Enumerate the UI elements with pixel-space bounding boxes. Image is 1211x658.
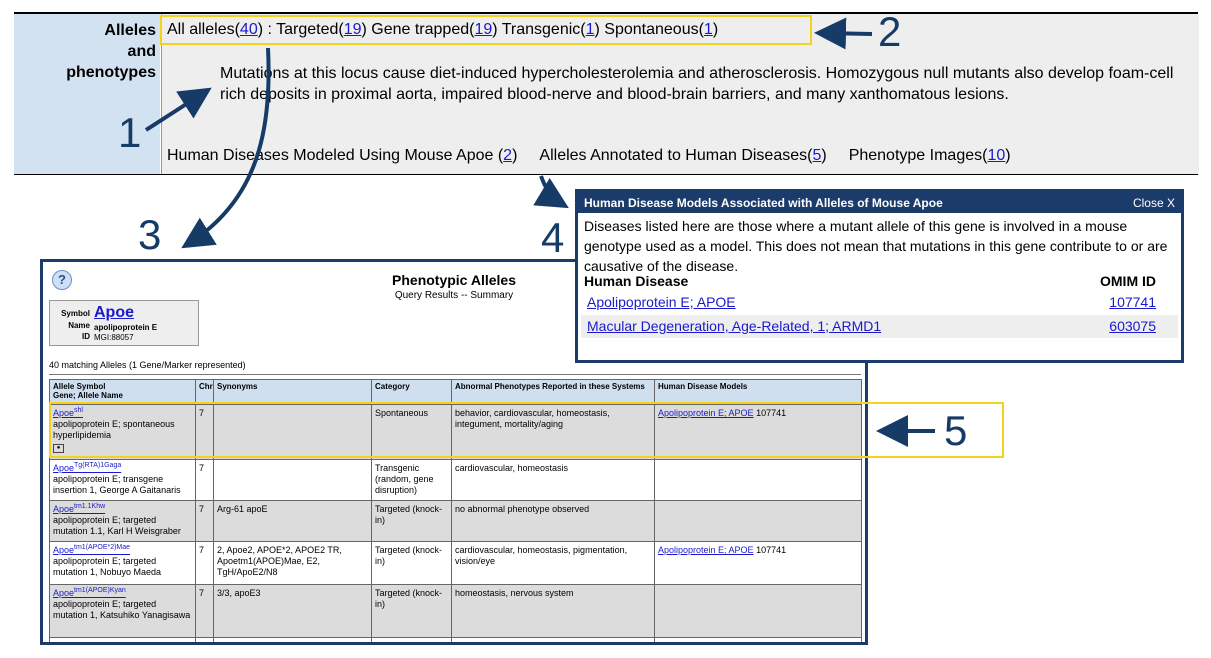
allele-symbol-link[interactable]: Apoetm1(APOE)Kyan <box>53 587 126 598</box>
close-paren: ) <box>821 147 827 164</box>
category-cell: Targeted (knock-in) <box>371 500 452 542</box>
phenotypes-cell: cardiovascular, homeostasis, pigmentatio… <box>451 541 655 585</box>
phenotypes-cell: homeostasis, nervous system <box>451 584 655 638</box>
disease-cell <box>654 459 862 501</box>
allele-cell: ApoeTg(RTA)1Gaga apolipoprotein E; transg… <box>49 459 196 501</box>
strip-bottom-border <box>14 174 1198 175</box>
empty-cell <box>195 637 214 642</box>
category-cell: Transgenic (random, gene disruption) <box>371 459 452 501</box>
phenotype-images-count-link[interactable]: 10 <box>987 147 1005 164</box>
synonyms-cell: 3/3, apoE3 <box>213 584 372 638</box>
allele-name: apolipoprotein E; targeted mutation 1, K… <box>53 599 191 620</box>
allele-name: apolipoprotein E; targeted mutation 1.1,… <box>53 515 181 536</box>
empty-cell <box>654 637 862 642</box>
disease-row: Apolipoprotein E; APOE 107741 <box>581 291 1178 314</box>
disease-cell <box>654 500 862 542</box>
empty-cell <box>49 637 196 642</box>
col-chr[interactable]: Chr <box>195 379 214 405</box>
disease-link[interactable]: Apolipoprotein E; APOE <box>658 545 754 555</box>
popup-note: Diseases listed here are those where a m… <box>584 218 1168 274</box>
human-disease-models-popup: Human Disease Models Associated with All… <box>575 189 1184 363</box>
synonyms-cell: 2, Apoe2, APOE*2, APOE2 TR, Apoetm1(APOE… <box>213 541 372 585</box>
synonyms-cell <box>213 459 372 501</box>
disease-link[interactable]: Apolipoprotein E; APOE <box>587 294 736 310</box>
label-line: Alleles <box>104 22 156 39</box>
chr-cell: 7 <box>195 459 214 501</box>
category-cell: Targeted (knock-in) <box>371 541 452 585</box>
gene-name: apolipoprotein E <box>94 323 158 332</box>
close-paren: ) <box>1005 147 1011 164</box>
disease-links-line: Human Diseases Modeled Using Mouse Apoe … <box>167 147 1011 165</box>
phenotypes-cell: cardiovascular, homeostasis <box>451 459 655 501</box>
col-abnormal-phenotypes[interactable]: Abnormal Phenotypes Reported in these Sy… <box>451 379 655 405</box>
synonyms-cell: Arg-61 apoE <box>213 500 372 542</box>
alleles-annotated-label: Alleles Annotated to Human Diseases( <box>539 147 813 164</box>
human-diseases-label: Human Diseases Modeled Using Mouse Apoe … <box>167 147 504 164</box>
allele-cell: Apoetm1(APOE)Kyan apolipoprotein E; targe… <box>49 584 196 638</box>
popup-title: Human Disease Models Associated with All… <box>584 196 943 210</box>
callout-4: 4 <box>541 214 565 261</box>
col-human-disease: Human Disease <box>584 273 689 289</box>
allele-name: apolipoprotein E; transgene insertion 1,… <box>53 474 181 495</box>
table-header-row: Allele Symbol Gene; Allele Name Chr Syno… <box>49 379 862 405</box>
close-button[interactable]: Close X <box>1133 196 1175 210</box>
chr-cell: 7 <box>195 541 214 585</box>
disease-cell <box>654 584 862 638</box>
close-paren: ) <box>512 147 518 164</box>
callout-1: 1 <box>118 109 142 156</box>
symbol-summary-box: Symbol Name ID Apoe apolipoprotein E MGI… <box>49 300 199 346</box>
disease-cell: Apolipoprotein E; APOE 107741 <box>654 541 862 585</box>
counts-highlight-box <box>160 15 812 45</box>
empty-cell <box>213 637 372 642</box>
col-synonyms[interactable]: Synonyms <box>213 379 372 405</box>
chr-cell: 7 <box>195 500 214 542</box>
callout-2: 2 <box>878 8 902 55</box>
table-row <box>49 637 862 642</box>
omim-link[interactable]: 603075 <box>1109 318 1156 334</box>
phenotypes-cell: no abnormal phenotype observed <box>451 500 655 542</box>
symbol-key: Symbol <box>61 309 90 318</box>
category-cell: Targeted (knock-in) <box>371 584 452 638</box>
label-line: and <box>127 43 156 60</box>
allele-name: apolipoprotein E; targeted mutation 1, N… <box>53 556 162 577</box>
locus-description: Mutations at this locus cause diet-induc… <box>220 65 1174 103</box>
empty-cell <box>371 637 452 642</box>
col-category[interactable]: Category <box>371 379 452 405</box>
popup-header: Human Disease Models Associated with All… <box>578 192 1181 213</box>
allele-symbol-link[interactable]: Apoetm1.1Khw <box>53 503 105 514</box>
allele-symbol-link[interactable]: ApoeTg(RTA)1Gaga <box>53 462 121 473</box>
human-diseases-count-link[interactable]: 2 <box>503 147 512 164</box>
table-row: Apoetm1(APOE)Kyan apolipoprotein E; targe… <box>49 584 862 638</box>
empty-cell <box>451 637 655 642</box>
phenotype-images-label: Phenotype Images( <box>848 147 988 164</box>
row-highlight-box <box>49 402 1004 458</box>
disease-id: 107741 <box>756 545 787 555</box>
id-key: ID <box>82 332 90 341</box>
divider <box>49 374 861 375</box>
chr-cell: 7 <box>195 584 214 638</box>
col-human-disease-models[interactable]: Human Disease Models <box>654 379 862 405</box>
arrow-4 <box>533 175 569 209</box>
allele-symbol-link[interactable]: Apoetm1(APOE*2)Mae <box>53 544 130 555</box>
col-omim-id: OMIM ID <box>1100 273 1156 289</box>
disease-link[interactable]: Macular Degeneration, Age-Related, 1; AR… <box>587 318 881 334</box>
col-allele-symbol[interactable]: Allele Symbol Gene; Allele Name <box>49 379 196 405</box>
omim-link[interactable]: 107741 <box>1109 294 1156 310</box>
disease-row: Macular Degeneration, Age-Related, 1; AR… <box>581 315 1178 338</box>
callout-5: 5 <box>944 407 968 454</box>
label-line: phenotypes <box>66 64 156 81</box>
gene-symbol-link[interactable]: Apoe <box>94 304 134 322</box>
callout-3: 3 <box>138 211 162 258</box>
name-key: Name <box>68 321 90 330</box>
header-label: Allele Symbol Gene; Allele Name <box>53 382 123 400</box>
table-row: Apoetm1.1Khw apolipoprotein E; targeted m… <box>49 500 862 542</box>
table-row: Apoetm1(APOE*2)Mae apolipoprotein E; targ… <box>49 541 862 585</box>
mgi-id: MGI:88057 <box>94 333 134 342</box>
table-row: ApoeTg(RTA)1Gaga apolipoprotein E; transg… <box>49 459 862 501</box>
allele-cell: Apoetm1.1Khw apolipoprotein E; targeted m… <box>49 500 196 542</box>
allele-cell: Apoetm1(APOE*2)Mae apolipoprotein E; targ… <box>49 541 196 585</box>
matching-alleles-count: 40 matching Alleles (1 Gene/Marker repre… <box>49 360 246 370</box>
